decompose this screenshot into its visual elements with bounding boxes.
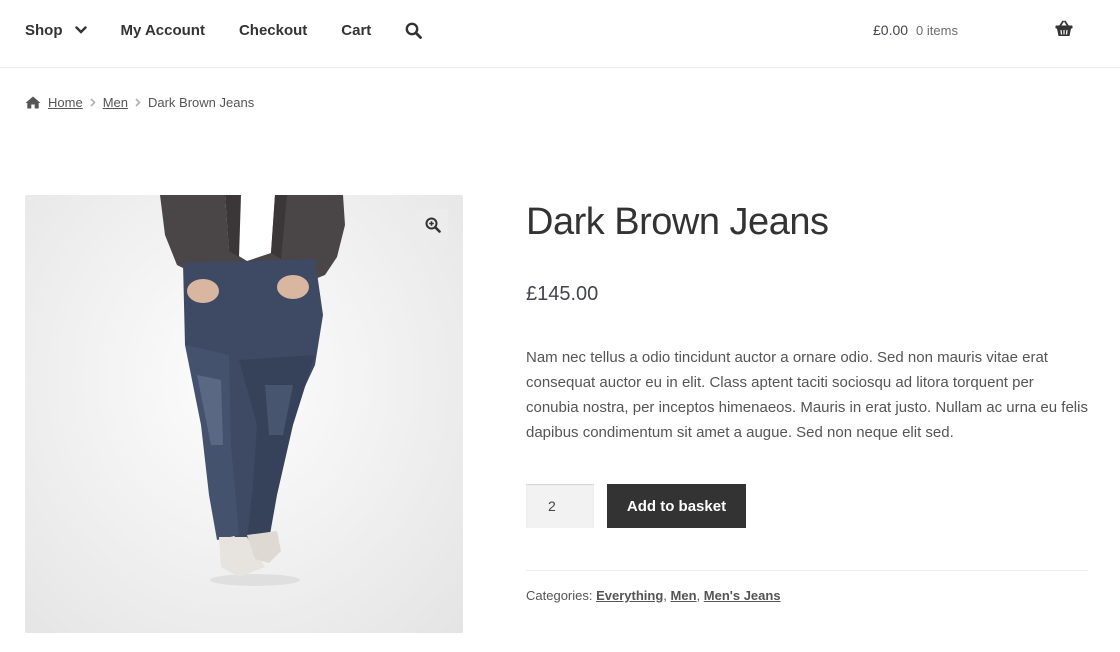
category-link-mens-jeans[interactable]: Men's Jeans xyxy=(704,588,781,603)
product-price: £145.00 xyxy=(526,283,599,305)
chevron-right-icon xyxy=(90,97,96,107)
chevron-right-icon xyxy=(135,97,141,107)
primary-nav: Shop My Account Checkout Cart xyxy=(25,0,423,60)
nav-cart[interactable]: Cart xyxy=(341,22,371,39)
cart-count: 0 items xyxy=(916,22,958,38)
product-description: Nam nec tellus a odio tincidunt auctor a… xyxy=(526,349,1088,441)
breadcrumb-men-link[interactable]: Men xyxy=(103,95,128,110)
jeans-photo xyxy=(160,195,345,586)
nav-shop-label: Shop xyxy=(25,21,63,39)
nav-checkout[interactable]: Checkout xyxy=(239,22,307,39)
home-icon xyxy=(25,96,41,109)
chevron-down-icon xyxy=(74,25,87,35)
category-link-everything[interactable]: Everything xyxy=(596,588,663,603)
product-categories: Categories: Everything, Men, Men's Jeans xyxy=(526,588,781,603)
breadcrumb-home-link[interactable]: Home xyxy=(48,95,83,110)
zoom-in-icon[interactable] xyxy=(417,209,448,240)
categories-label: Categories: xyxy=(526,588,593,603)
product-image[interactable] xyxy=(25,195,463,633)
breadcrumb: Home Men Dark Brown Jeans xyxy=(25,93,254,111)
mini-cart[interactable]: £0.00 0 items xyxy=(873,0,1073,60)
category-link-men[interactable]: Men xyxy=(671,588,697,603)
quantity-input[interactable] xyxy=(526,484,594,528)
nav-my-account[interactable]: My Account xyxy=(121,22,205,39)
basket-icon[interactable] xyxy=(1055,20,1073,42)
breadcrumb-current: Dark Brown Jeans xyxy=(147,94,255,110)
nav-shop[interactable]: Shop xyxy=(25,22,87,39)
site-header: Shop My Account Checkout Cart £0.00 0 it… xyxy=(0,0,1120,68)
product-title: Dark Brown Jeans xyxy=(526,201,829,243)
divider xyxy=(526,570,1088,571)
add-to-basket-button[interactable]: Add to basket xyxy=(607,484,746,528)
search-icon[interactable] xyxy=(405,22,423,39)
cart-amount: £0.00 xyxy=(873,22,909,38)
